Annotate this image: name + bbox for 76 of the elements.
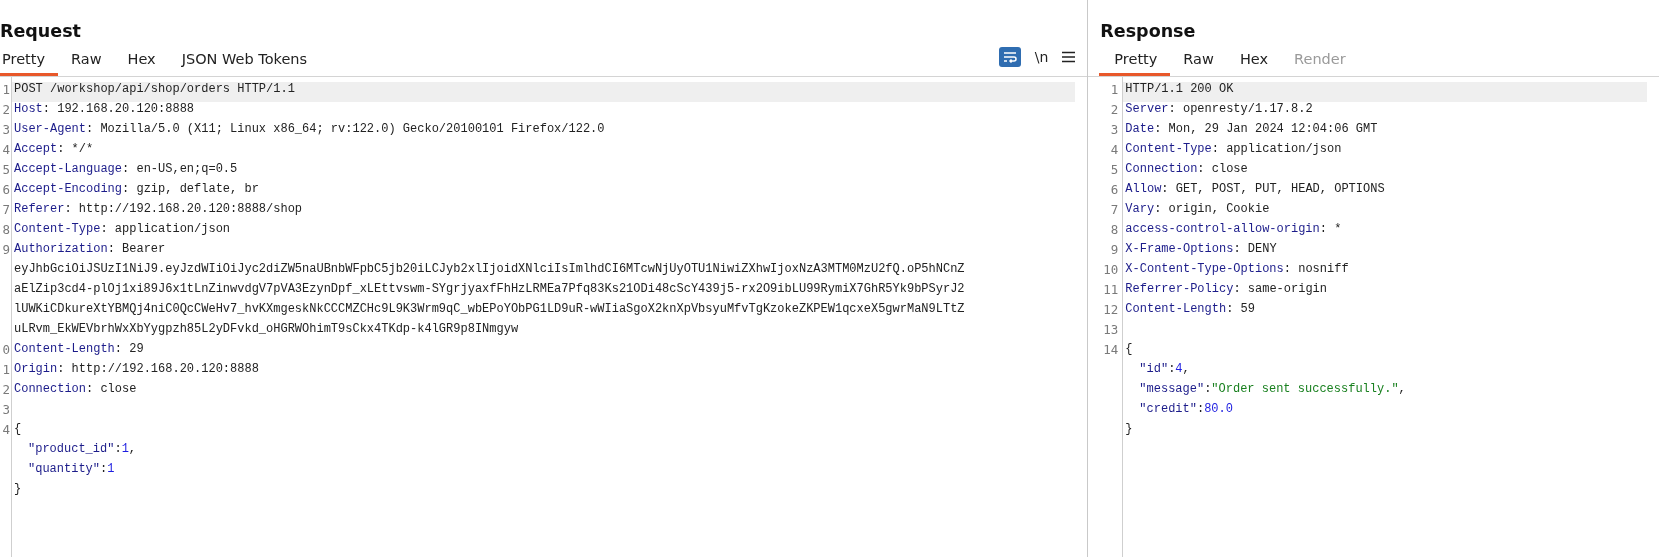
code-line: { xyxy=(13,422,23,438)
line-number: 5 xyxy=(1109,162,1120,179)
code-line: "credit":80.0 xyxy=(1138,402,1234,418)
tab[interactable]: Hex xyxy=(1226,47,1282,76)
line-number: 2 xyxy=(1109,102,1120,119)
code-line: Accept-Language: en-US,en;q=0.5 xyxy=(13,162,239,178)
line-number: 7 xyxy=(1,202,11,219)
line-number: 6 xyxy=(1,182,11,199)
line-number: 10 xyxy=(1102,262,1120,279)
code-line: Referrer-Policy: same-origin xyxy=(1124,282,1328,298)
word-wrap-button[interactable] xyxy=(998,46,1021,67)
code-line: Origin: http://192.168.20.120:8888 xyxy=(13,362,260,378)
code-line: Content-Type: application/json xyxy=(13,222,232,238)
code-line: aElZip3cd4-plOj1xi89J6x1tLnZinwvdgV7pVA3EzynDpf_xLEttvswm-SYgrjyaxfFhHzLRMEa7Pfq83Ks21ODi48cScY439j5-rx2O9ibLU99RymiX7GhR5Yk9bPSyrJ2 xyxy=(13,282,966,298)
code-line: "quantity":1 xyxy=(27,462,116,478)
line-number: 3 xyxy=(1,402,11,419)
line-number: 12 xyxy=(1102,302,1120,319)
line-number: 4 xyxy=(1109,142,1120,159)
line-number: 1 xyxy=(1,362,11,379)
line-number: 4 xyxy=(1,142,11,159)
tab[interactable]: JSON Web Tokens xyxy=(168,47,321,76)
wrap-icon xyxy=(1002,50,1017,63)
code-line: } xyxy=(13,482,23,498)
line-number: 3 xyxy=(1,122,11,139)
code-line: Content-Length: 29 xyxy=(13,342,145,358)
code-line: "message":"Order sent successfully.", xyxy=(1138,382,1407,398)
code-line: Allow: GET, POST, PUT, HEAD, OPTIONS xyxy=(1124,182,1386,198)
code-line: } xyxy=(1124,422,1134,438)
code-line: Authorization: Bearer xyxy=(13,242,167,258)
line-number: 8 xyxy=(1,222,11,239)
line-number: 9 xyxy=(1109,242,1120,259)
code-line: Referer: http://192.168.20.120:8888/shop xyxy=(13,202,304,218)
menu-icon[interactable] xyxy=(1062,50,1076,63)
tab[interactable]: Raw xyxy=(58,47,115,76)
line-number: 1 xyxy=(1109,82,1120,99)
line-number: 14 xyxy=(1102,342,1120,359)
code-line: access-control-allow-origin: * xyxy=(1124,222,1343,238)
code-line: User-Agent: Mozilla/5.0 (X11; Linux x86_64; rv:122.0) Gecko/20100101 Firefox/122.0 xyxy=(13,122,606,138)
code-line: eyJhbGciOiJSUzI1NiJ9.eyJzdWIiOiJyc2diZW5naUBnbWFpbC5jb20iLCJyb2xlIjoidXNlciIsImlhdCI6MTcwNjUyOTU1NiwiZXhwIjoxNzA3MTM0MzU2fQ.oP5hNCnZ xyxy=(13,262,966,278)
line-number: 2 xyxy=(1,382,11,399)
line-number: 7 xyxy=(1109,202,1120,219)
code-line: Connection: close xyxy=(13,382,138,398)
line-number: 8 xyxy=(1109,222,1120,239)
code-line: uLRvm_EkWEVbrhWxXbYygpzh85L2yDFvkd_oHGRWOhimT9sCkx4TKdp-k4lGR9p8INmgyw xyxy=(13,322,520,338)
line-number: 2 xyxy=(1,102,11,119)
code-line: Server: openresty/1.17.8.2 xyxy=(1124,102,1314,118)
panel-title: Response xyxy=(1099,20,1197,43)
code-line: Connection: close xyxy=(1124,162,1249,178)
code-line: Content-Length: 59 xyxy=(1124,302,1256,318)
line-number: 0 xyxy=(1,342,11,359)
line-number: 3 xyxy=(1109,122,1120,139)
line-number: 11 xyxy=(1102,282,1120,299)
line-number: 1 xyxy=(1,82,11,99)
line-number: 13 xyxy=(1102,322,1120,339)
line-number: 4 xyxy=(1,422,11,439)
line-number: 5 xyxy=(1,162,11,179)
code-line: Vary: origin, Cookie xyxy=(1124,202,1271,218)
code-line: X-Content-Type-Options: nosniff xyxy=(1124,262,1350,278)
code-line: Date: Mon, 29 Jan 2024 12:04:06 GMT xyxy=(1124,122,1379,138)
code-line: Accept-Encoding: gzip, deflate, br xyxy=(13,182,260,198)
code-line: lUWKiCDkureXtYBMQj4niC0QcCWeHv7_hvKXmgeskNkCCCMZCHc9L9K3Wrm9qC_wbEPoYObPG1LD9uR-wWIiaSgoX2knXpVbsyuMfvTgKzokeZKPEW1qcxeX5gwrMaN9LTtZ xyxy=(13,302,966,318)
panel-title: Request xyxy=(0,20,82,43)
code-line: Accept: */* xyxy=(13,142,95,158)
code-line: Content-Type: application/json xyxy=(1124,142,1343,158)
code-line: "product_id":1, xyxy=(27,442,138,458)
line-number: 6 xyxy=(1109,182,1120,199)
code-line: "id":4, xyxy=(1138,362,1191,378)
newline-toggle-button[interactable]: \n xyxy=(1034,48,1049,65)
tab[interactable]: Pretty xyxy=(0,47,58,76)
code-line: X-Frame-Options: DENY xyxy=(1124,242,1278,258)
tab[interactable]: Pretty xyxy=(1099,47,1171,76)
tab[interactable]: Hex xyxy=(114,47,169,76)
tab[interactable]: Raw xyxy=(1170,47,1227,76)
code-line: { xyxy=(1124,342,1134,358)
line-number: 9 xyxy=(1,242,11,259)
code-line: Host: 192.168.20.120:8888 xyxy=(13,102,196,118)
